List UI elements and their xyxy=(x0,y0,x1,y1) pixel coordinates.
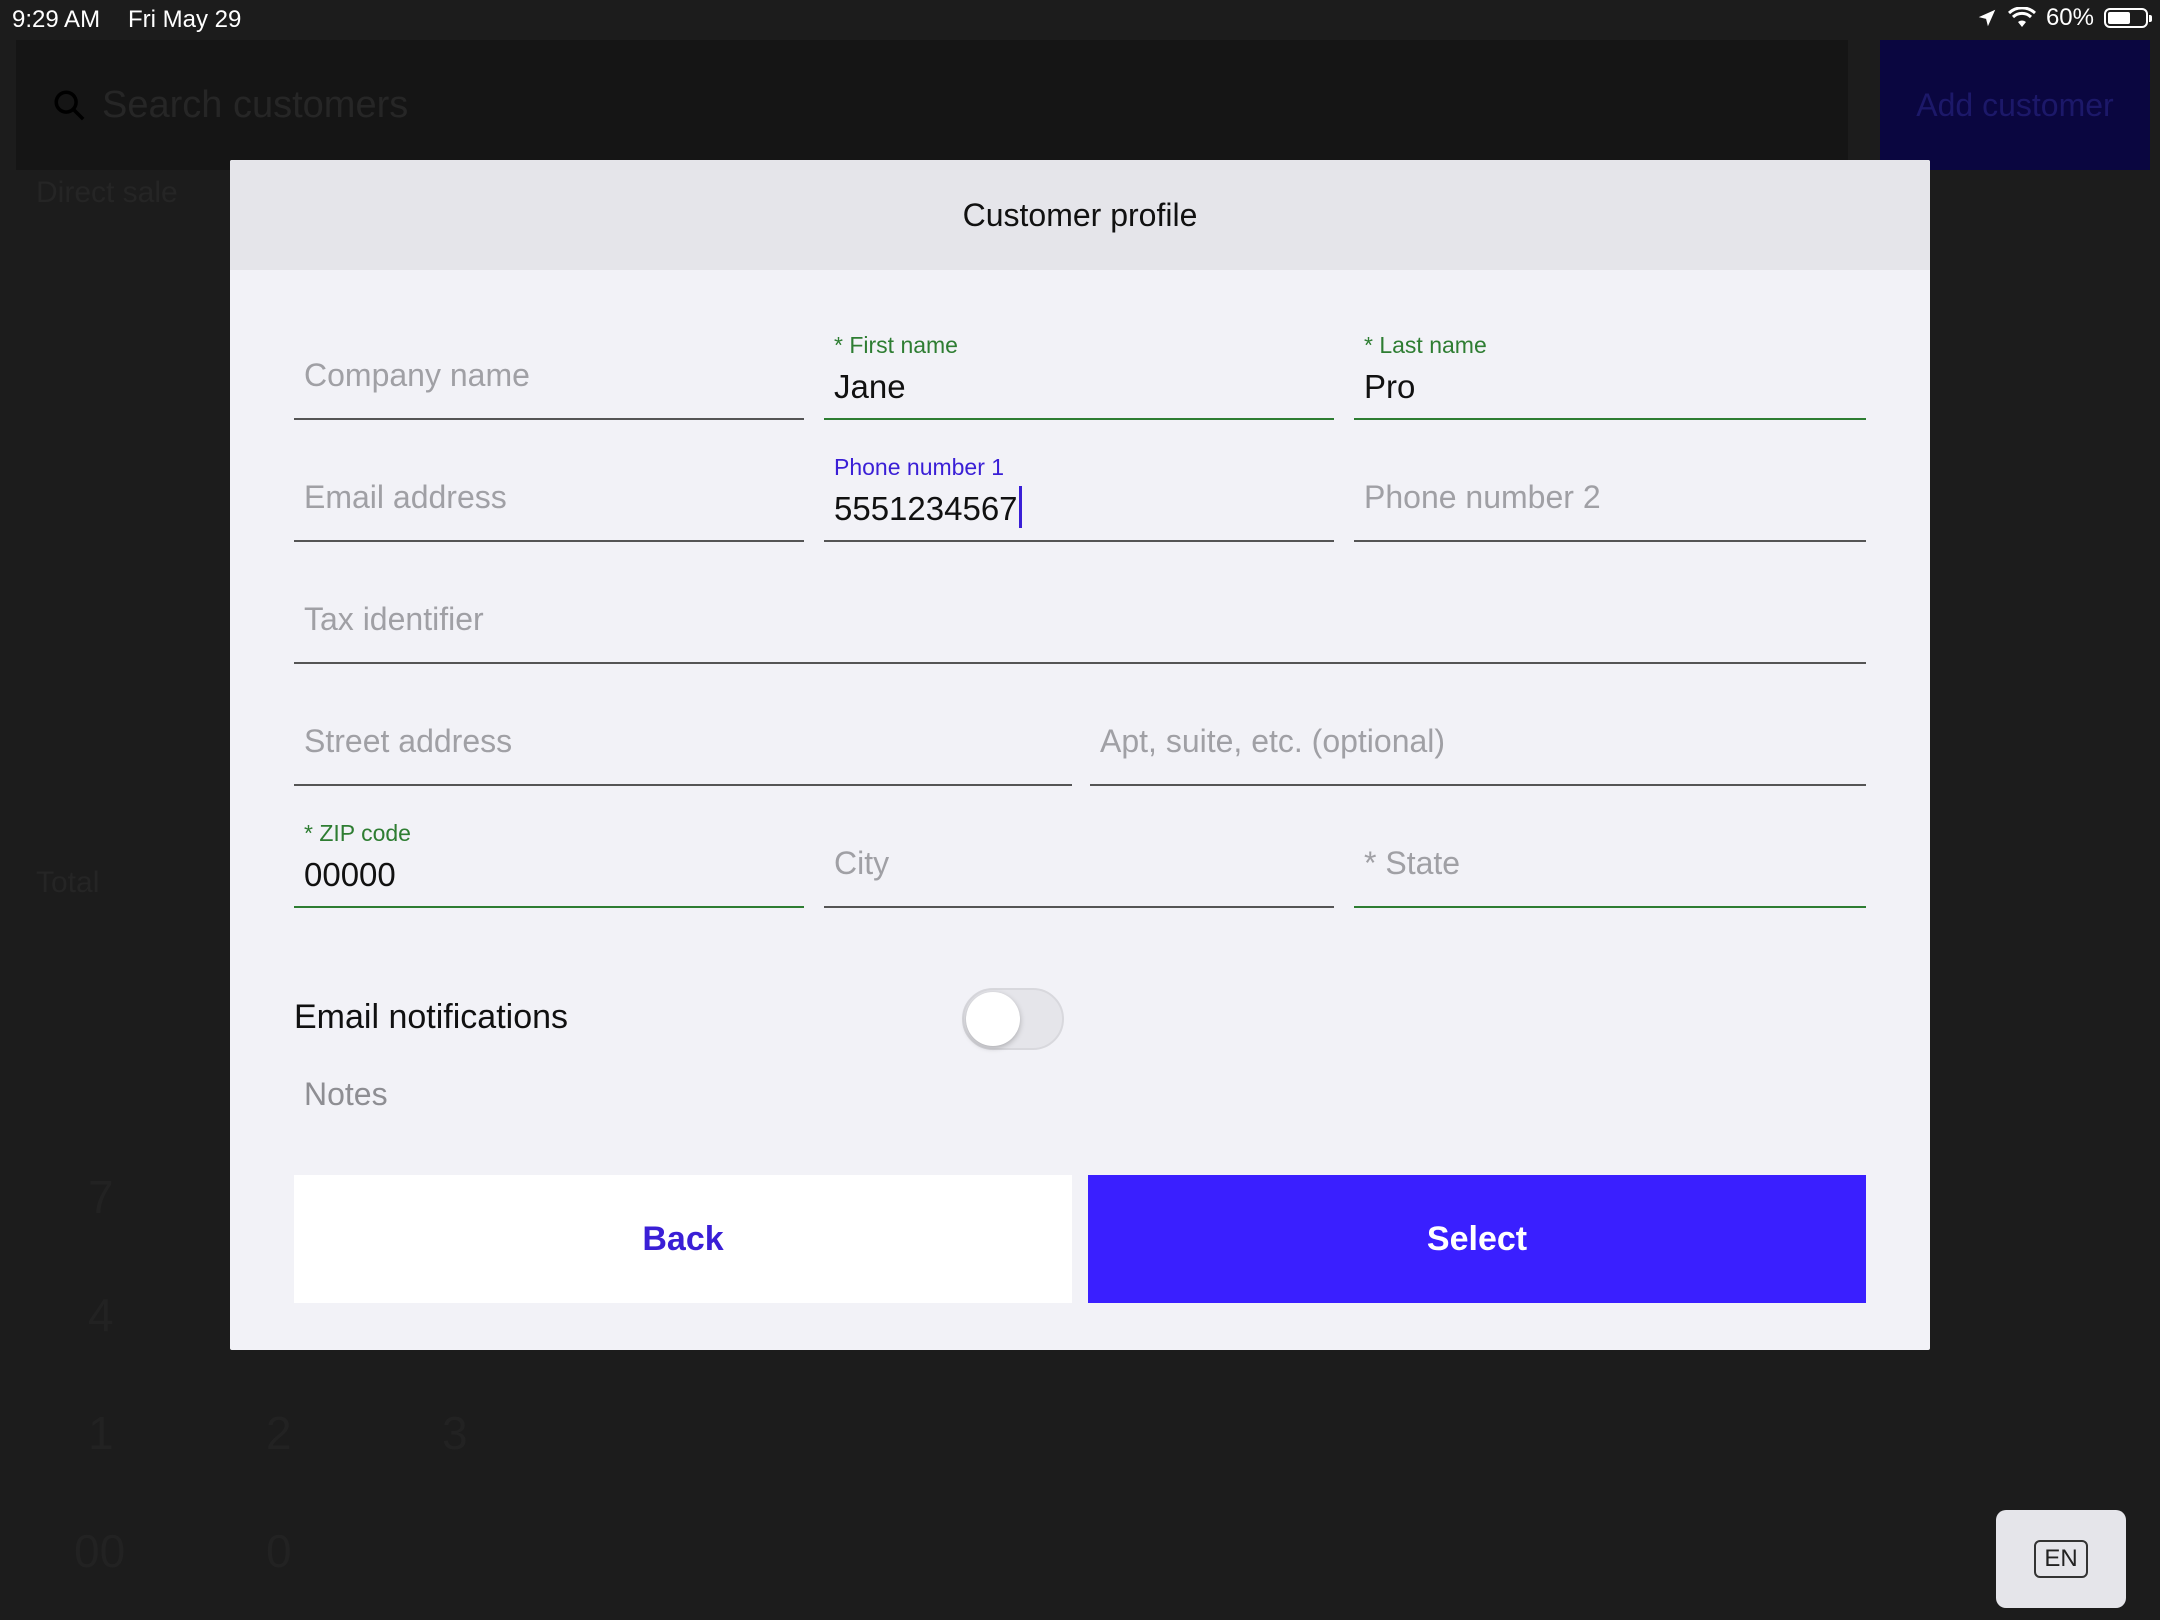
zip-code-value: 00000 xyxy=(304,856,396,893)
tax-identifier-placeholder: Tax identifier xyxy=(304,601,484,637)
first-name-field[interactable]: * First name Jane xyxy=(824,332,1334,420)
location-arrow-icon xyxy=(1978,9,1996,27)
phone-number-2-field[interactable]: Phone number 2 xyxy=(1354,454,1866,542)
background-key: 00 xyxy=(74,1525,126,1577)
modal-title: Customer profile xyxy=(962,196,1198,233)
apt-suite-field[interactable]: Apt, suite, etc. (optional) xyxy=(1090,698,1866,786)
toggle-knob xyxy=(966,992,1020,1046)
battery-fill xyxy=(2108,12,2130,24)
apt-suite-placeholder: Apt, suite, etc. (optional) xyxy=(1100,723,1446,759)
last-name-value: Pro xyxy=(1364,368,1416,405)
modal-header: Customer profile xyxy=(230,160,1930,270)
email-placeholder: Email address xyxy=(304,479,507,515)
background-add-customer-button: Add customer xyxy=(1880,40,2150,170)
email-notifications-toggle[interactable] xyxy=(962,988,1064,1050)
zip-code-label: * ZIP code xyxy=(304,820,411,846)
phone-number-2-placeholder: Phone number 2 xyxy=(1364,479,1601,515)
notes-field[interactable]: Notes xyxy=(304,1076,388,1113)
zip-code-field[interactable]: * ZIP code 00000 xyxy=(294,820,804,908)
tax-identifier-field[interactable]: Tax identifier xyxy=(294,576,1866,664)
background-key: 7 xyxy=(88,1171,114,1223)
battery-percent: 60% xyxy=(2045,4,2094,31)
search-icon xyxy=(54,90,85,121)
status-right: 60% xyxy=(1976,4,2152,32)
keyboard-language-button[interactable]: EN xyxy=(1996,1510,2126,1608)
background-direct-sale: Direct sale xyxy=(36,176,178,209)
first-name-value: Jane xyxy=(834,368,906,405)
street-address-placeholder: Street address xyxy=(304,723,513,759)
background-key: 0 xyxy=(266,1525,292,1577)
background-key: 2 xyxy=(266,1407,292,1459)
wifi-icon xyxy=(2007,7,2036,27)
state-field[interactable]: * State xyxy=(1354,820,1866,908)
status-date: Fri May 29 xyxy=(128,6,242,33)
background-search-placeholder: Search customers xyxy=(102,83,409,126)
last-name-field[interactable]: * Last name Pro xyxy=(1354,332,1866,420)
text-caret xyxy=(1018,486,1022,528)
keyboard-language-label: EN xyxy=(2034,1540,2088,1578)
status-time: 9:29 AM xyxy=(12,6,101,33)
background-key: 1 xyxy=(88,1407,114,1459)
phone-number-1-value: 5551234567 xyxy=(834,490,1018,527)
background-key: 4 xyxy=(88,1289,114,1341)
company-name-placeholder: Company name xyxy=(304,357,530,393)
phone-number-1-label: Phone number 1 xyxy=(834,454,1005,480)
company-name-field[interactable]: Company name xyxy=(294,332,804,420)
background-total: Total xyxy=(36,866,100,899)
city-field[interactable]: City xyxy=(824,820,1334,908)
email-field[interactable]: Email address xyxy=(294,454,804,542)
phone-number-1-value-wrap: 5551234567 xyxy=(834,486,1022,528)
back-button[interactable]: Back xyxy=(294,1175,1072,1303)
status-bar: 9:29 AM Fri May 29 60% xyxy=(0,0,2160,40)
phone-number-1-field[interactable]: Phone number 1 5551234567 xyxy=(824,454,1334,542)
customer-profile-modal: Customer profile Company name * First na… xyxy=(230,160,1930,1350)
city-placeholder: City xyxy=(834,845,890,881)
background-search-bar: Search customers xyxy=(16,40,1848,170)
modal-body: Company name * First name Jane * Last na… xyxy=(230,270,1930,1350)
select-button[interactable]: Select xyxy=(1088,1175,1866,1303)
street-address-field[interactable]: Street address xyxy=(294,698,1072,786)
first-name-label: * First name xyxy=(834,332,958,358)
background-key: 3 xyxy=(442,1407,468,1459)
battery-icon xyxy=(2104,8,2152,28)
last-name-label: * Last name xyxy=(1364,332,1487,358)
email-notifications-label: Email notifications xyxy=(294,998,569,1036)
state-placeholder: * State xyxy=(1364,845,1461,881)
